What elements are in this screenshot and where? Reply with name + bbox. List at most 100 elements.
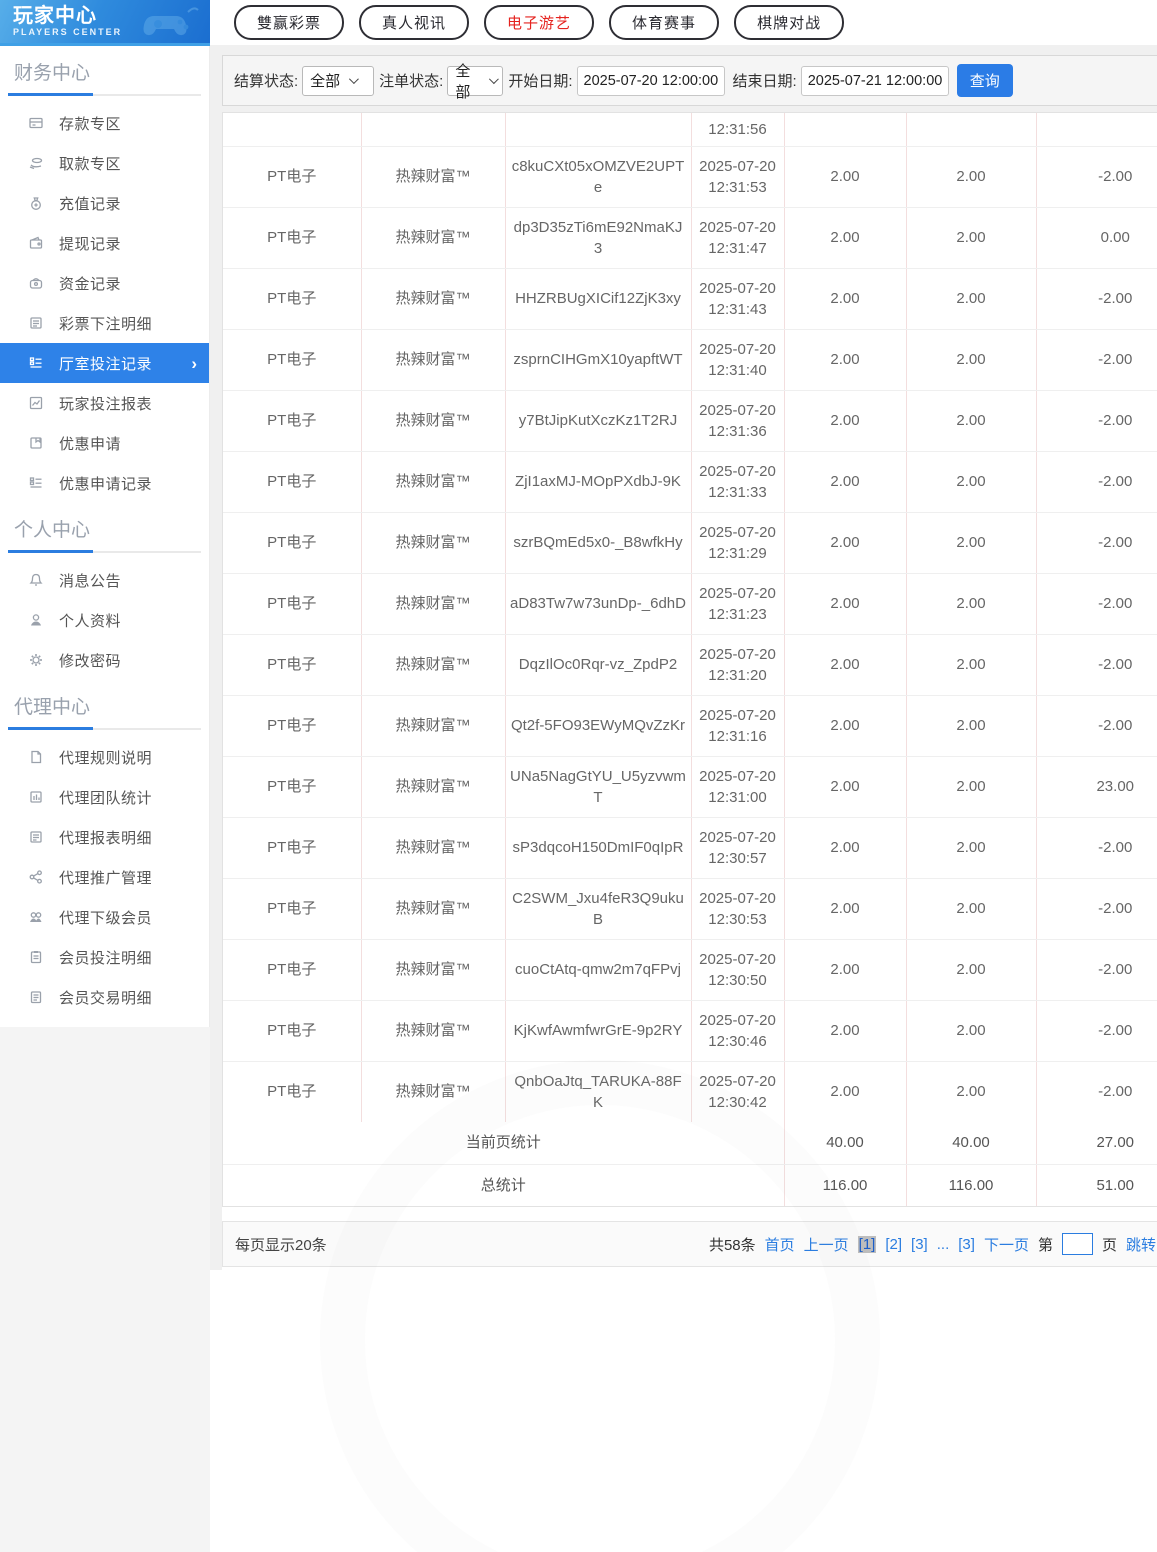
sidebar-item-profile-person[interactable]: 个人资料 (0, 600, 209, 640)
page-number-link[interactable]: [2] (885, 1236, 902, 1253)
game-cell: 热辣财富™ (361, 512, 505, 573)
bet-time-cell: 2025-07-20 12:30:42 (691, 1061, 784, 1122)
sidebar-item-member-trade-clipboard[interactable]: 会员交易明细 (0, 977, 209, 1017)
bet-amount-cell: 2.00 (784, 390, 906, 451)
bet-amount-cell: 2.00 (784, 146, 906, 207)
platform-cell: PT电子 (223, 1061, 361, 1122)
valid-amount-cell: 2.00 (906, 756, 1036, 817)
game-tab[interactable]: 真人视讯 (359, 5, 469, 40)
sidebar-item-label: 代理团队统计 (59, 787, 152, 808)
search-button[interactable]: 查询 (957, 64, 1013, 97)
sidebar-item-recharge-bag[interactable]: 充值记录 (0, 183, 209, 223)
valid-amount-cell: 2.00 (906, 939, 1036, 1000)
game-tab[interactable]: 体育赛事 (609, 5, 719, 40)
order-id-cell: UNa5NagGtYU_U5yzvwmT (505, 756, 691, 817)
sidebar-item-label: 彩票下注明细 (59, 313, 152, 334)
valid-amount-cell: 2.00 (906, 1000, 1036, 1061)
game-tab[interactable]: 棋牌对战 (734, 5, 844, 40)
game-cell: 热辣财富™ (361, 207, 505, 268)
sidebar-item-lottery-doc[interactable]: 彩票下注明细 (0, 303, 209, 343)
bet-amount-cell: 2.00 (784, 207, 906, 268)
platform-cell: PT电子 (223, 878, 361, 939)
bet-time-cell: 2025-07-20 12:31:40 (691, 329, 784, 390)
valid-amount-cell: 2.00 (906, 817, 1036, 878)
sidebar-item-withdraw-hand[interactable]: 取款专区 (0, 143, 209, 183)
winloss-cell: -2.00 (1036, 451, 1157, 512)
start-date-input[interactable] (577, 66, 725, 96)
winloss-cell: -2.00 (1036, 634, 1157, 695)
game-cell: 热辣财富™ (361, 756, 505, 817)
sidebar-item-password-gear[interactable]: 修改密码 (0, 640, 209, 680)
sidebar-item-deposit-card[interactable]: 存款专区 (0, 103, 209, 143)
sidebar-item-agent-members-people[interactable]: 代理下级会员 (0, 897, 209, 937)
table-row: PT电子热辣财富™szrBQmEd5x0-_B8wfkHy2025-07-20 … (223, 512, 1157, 573)
valid-amount-cell: 2.00 (906, 268, 1036, 329)
sidebar-item-label: 会员投注明细 (59, 947, 152, 968)
next-page-link[interactable]: 下一页 (984, 1234, 1029, 1255)
sidebar-item-player-report-chart[interactable]: 玩家投注报表 (0, 383, 209, 423)
game-cell: 热辣财富™ (361, 634, 505, 695)
bet-time-cell: 2025-07-20 12:31:53 (691, 146, 784, 207)
sidebar-item-agent-report-board[interactable]: 代理报表明细 (0, 817, 209, 857)
sidebar-item-promo-record-list[interactable]: 优惠申请记录 (0, 463, 209, 503)
valid-amount-cell: 2.00 (906, 451, 1036, 512)
sidebar-item-message-bell[interactable]: 消息公告 (0, 560, 209, 600)
sidebar-item-agent-team-board[interactable]: 代理团队统计 (0, 777, 209, 817)
bet-amount-cell: 2.00 (784, 1000, 906, 1061)
sidebar-item-label: 代理推广管理 (59, 867, 152, 888)
jump-button[interactable]: 跳转 (1126, 1234, 1156, 1255)
page-number-links: [1][2][3]...[3] (858, 1236, 975, 1253)
platform-cell: PT电子 (223, 329, 361, 390)
game-cell: 热辣财富™ (361, 1061, 505, 1122)
sidebar-item-funds-purse[interactable]: 资金记录 (0, 263, 209, 303)
game-tab[interactable]: 雙赢彩票 (234, 5, 344, 40)
game-cell: 热辣财富™ (361, 878, 505, 939)
total-summary-label: 总统计 (223, 1164, 784, 1206)
first-page-link[interactable]: 首页 (765, 1234, 795, 1255)
page-number-link[interactable]: [1] (858, 1236, 877, 1253)
bet-time-cell: 2025-07-20 12:31:23 (691, 573, 784, 634)
withdraw-hand-icon (28, 155, 46, 171)
sidebar-item-withdraw-wallet[interactable]: 提现记录 (0, 223, 209, 263)
order-status-select[interactable]: 全部 (447, 66, 503, 96)
jump-page-input[interactable] (1062, 1233, 1093, 1255)
page-number-link[interactable]: [3] (911, 1236, 928, 1253)
table-row: PT电子热辣财富™dp3D35zTi6mE92NmaKJ32025-07-20 … (223, 207, 1157, 268)
winloss-cell: -2.00 (1036, 329, 1157, 390)
sidebar-item-agent-promo-share[interactable]: 代理推广管理 (0, 857, 209, 897)
sidebar-item-label: 存款专区 (59, 113, 121, 134)
chevron-down-icon (349, 74, 359, 84)
game-cell: 热辣财富™ (361, 146, 505, 207)
page-number-link[interactable]: [3] (958, 1236, 975, 1253)
sidebar-item-label: 消息公告 (59, 570, 121, 591)
table-row: PT电子热辣财富™y7BtJipKutXczKz1T2RJ2025-07-20 … (223, 390, 1157, 451)
game-tab[interactable]: 电子游艺 (484, 5, 594, 40)
platform-cell: PT电子 (223, 634, 361, 695)
sidebar-item-label: 玩家投注报表 (59, 393, 152, 414)
table-row: PT电子热辣财富™KjKwfAwmfwrGrE-9p2RY2025-07-20 … (223, 1000, 1157, 1061)
valid-amount-cell: 2.00 (906, 390, 1036, 451)
total-summary-winloss: 51.00 (1036, 1164, 1157, 1206)
settle-status-select[interactable]: 全部 (302, 66, 374, 96)
table-row: PT电子热辣财富™HHZRBUgXICif12ZjK3xy2025-07-20 … (223, 268, 1157, 329)
sidebar-item-label: 会员交易明细 (59, 987, 152, 1008)
bet-time-cell: 2025-07-20 12:31:29 (691, 512, 784, 573)
agent-members-people-icon (28, 909, 46, 925)
order-id-cell: sP3dqcoH150DmIF0qIpR (505, 817, 691, 878)
table-row-partial: 12:31:56 (223, 113, 1157, 146)
game-cell: 热辣财富™ (361, 817, 505, 878)
sidebar-item-member-bet-clipboard[interactable]: 会员投注明细 (0, 937, 209, 977)
bet-amount-cell: 2.00 (784, 1061, 906, 1122)
prev-page-link[interactable]: 上一页 (804, 1234, 849, 1255)
platform-cell: PT电子 (223, 756, 361, 817)
end-date-input[interactable] (801, 66, 949, 96)
lottery-doc-icon (28, 315, 46, 331)
sidebar-item-promo-gift[interactable]: 优惠申请 (0, 423, 209, 463)
sidebar-item-agent-rules-doc[interactable]: 代理规则说明 (0, 737, 209, 777)
sidebar-item-label: 代理报表明细 (59, 827, 152, 848)
sidebar-item-hall-bet-list[interactable]: 厅室投注记录› (0, 343, 209, 383)
game-cell: 热辣财富™ (361, 390, 505, 451)
order-id-cell: C2SWM_Jxu4feR3Q9ukuB (505, 878, 691, 939)
order-id-cell: dp3D35zTi6mE92NmaKJ3 (505, 207, 691, 268)
order-id-cell: cuoCtAtq-qmw2m7qFPvj (505, 939, 691, 1000)
